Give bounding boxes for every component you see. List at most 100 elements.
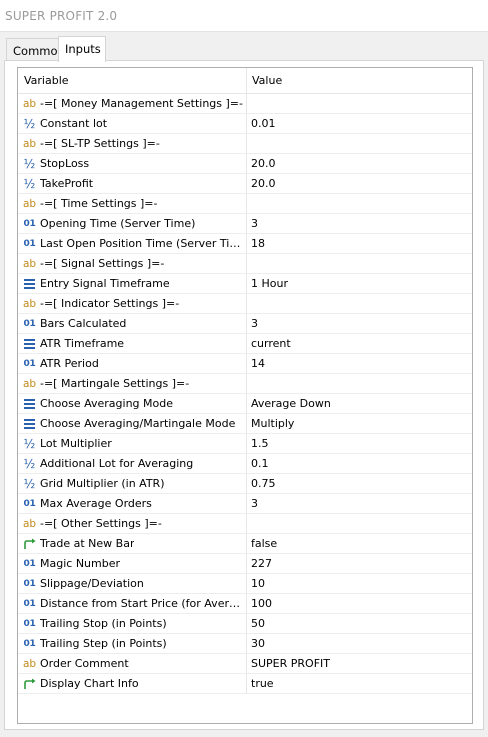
value-cell[interactable]: 18 bbox=[247, 234, 472, 253]
value-cell[interactable] bbox=[247, 374, 472, 393]
table-row[interactable]: ab -=[ Time Settings ]=- bbox=[18, 194, 472, 214]
variable-cell: Entry Signal Timeframe bbox=[18, 274, 247, 293]
variable-name: -=[ Martingale Settings ]=- bbox=[40, 377, 190, 390]
table-row[interactable]: 01 Opening Time (Server Time) 3 bbox=[18, 214, 472, 234]
value-cell[interactable]: 3 bbox=[247, 494, 472, 513]
table-row[interactable]: ab -=[ Other Settings ]=- bbox=[18, 514, 472, 534]
table-row[interactable]: 01 Distance from Start Price (for Average… bbox=[18, 594, 472, 614]
table-row[interactable]: 01 Slippage/Deviation 10 bbox=[18, 574, 472, 594]
value-cell[interactable]: 10 bbox=[247, 574, 472, 593]
variable-cell: Trade at New Bar bbox=[18, 534, 247, 553]
table-row[interactable]: 01 Max Average Orders 3 bbox=[18, 494, 472, 514]
value-cell[interactable] bbox=[247, 294, 472, 313]
table-row[interactable]: ab Order Comment SUPER PROFIT bbox=[18, 654, 472, 674]
value-cell[interactable]: false bbox=[247, 534, 472, 553]
value-cell[interactable] bbox=[247, 254, 472, 273]
table-row[interactable]: 01 Trailing Stop (in Points) 50 bbox=[18, 614, 472, 634]
table-row[interactable]: ab -=[ SL-TP Settings ]=- bbox=[18, 134, 472, 154]
table-row[interactable]: Choose Averaging Mode Average Down bbox=[18, 394, 472, 414]
value-cell[interactable]: Average Down bbox=[247, 394, 472, 413]
table-row[interactable]: ½ Lot Multiplier 1.5 bbox=[18, 434, 472, 454]
value-cell[interactable]: Multiply bbox=[247, 414, 472, 433]
table-row[interactable]: ½ StopLoss 20.0 bbox=[18, 154, 472, 174]
table-row[interactable]: ½ Grid Multiplier (in ATR) 0.75 bbox=[18, 474, 472, 494]
variable-cell: Choose Averaging/Martingale Mode bbox=[18, 414, 247, 433]
table-row[interactable]: Choose Averaging/Martingale Mode Multiply bbox=[18, 414, 472, 434]
value-cell[interactable]: 3 bbox=[247, 214, 472, 233]
table-row[interactable]: ½ TakeProfit 20.0 bbox=[18, 174, 472, 194]
table-row[interactable]: ab -=[ Martingale Settings ]=- bbox=[18, 374, 472, 394]
value-cell[interactable] bbox=[247, 194, 472, 213]
value-cell[interactable]: SUPER PROFIT bbox=[247, 654, 472, 673]
value-cell[interactable]: 20.0 bbox=[247, 174, 472, 193]
tab-common[interactable]: Common bbox=[6, 38, 65, 61]
value-cell[interactable]: 0.01 bbox=[247, 114, 472, 133]
value-cell[interactable]: current bbox=[247, 334, 472, 353]
variable-name: -=[ Time Settings ]=- bbox=[40, 197, 158, 210]
variable-name: Trade at New Bar bbox=[40, 537, 135, 550]
table-row[interactable]: 01 Bars Calculated 3 bbox=[18, 314, 472, 334]
variable-cell: ab -=[ Martingale Settings ]=- bbox=[18, 374, 247, 393]
value-cell[interactable]: 1 Hour bbox=[247, 274, 472, 293]
column-header-value[interactable]: Value bbox=[247, 68, 472, 94]
value-cell[interactable]: 227 bbox=[247, 554, 472, 573]
inputs-panel: Variable Value ab -=[ Money Management Se… bbox=[4, 60, 484, 730]
variable-cell: Display Chart Info bbox=[18, 674, 247, 693]
table-row[interactable]: ab -=[ Signal Settings ]=- bbox=[18, 254, 472, 274]
table-body: ab -=[ Money Management Settings ]=- ½ Cons… bbox=[18, 94, 472, 694]
integer-icon: 01 bbox=[23, 598, 36, 609]
variable-cell: ½ StopLoss bbox=[18, 154, 247, 173]
table-row[interactable]: ATR Timeframe current bbox=[18, 334, 472, 354]
variable-cell: 01 Magic Number bbox=[18, 554, 247, 573]
variable-name: -=[ Other Settings ]=- bbox=[40, 517, 162, 530]
ab-icon: ab bbox=[22, 137, 37, 150]
variable-name: Lot Multiplier bbox=[40, 437, 112, 450]
variable-cell: 01 ATR Period bbox=[18, 354, 247, 373]
table-row[interactable]: ab -=[ Money Management Settings ]=- bbox=[18, 94, 472, 114]
table-row[interactable]: 01 ATR Period 14 bbox=[18, 354, 472, 374]
integer-icon: 01 bbox=[23, 238, 36, 249]
tab-inputs[interactable]: Inputs bbox=[58, 36, 106, 62]
window-title: SUPER PROFIT 2.0 bbox=[5, 9, 118, 23]
variable-cell: Choose Averaging Mode bbox=[18, 394, 247, 413]
value-cell[interactable]: 50 bbox=[247, 614, 472, 633]
value-cell[interactable]: 30 bbox=[247, 634, 472, 653]
table-row[interactable]: ab -=[ Indicator Settings ]=- bbox=[18, 294, 472, 314]
value-cell[interactable]: 3 bbox=[247, 314, 472, 333]
variable-cell: 01 Trailing Step (in Points) bbox=[18, 634, 247, 653]
value-cell[interactable]: 20.0 bbox=[247, 154, 472, 173]
table-row[interactable]: 01 Magic Number 227 bbox=[18, 554, 472, 574]
value-cell[interactable] bbox=[247, 94, 472, 113]
value-cell[interactable]: 100 bbox=[247, 594, 472, 613]
ab-icon: ab bbox=[22, 97, 37, 110]
variable-cell: ATR Timeframe bbox=[18, 334, 247, 353]
variable-name: Constant lot bbox=[40, 117, 108, 130]
list-icon bbox=[22, 417, 37, 431]
table-row[interactable]: ½ Additional Lot for Averaging 0.1 bbox=[18, 454, 472, 474]
table-row[interactable]: ½ Constant lot 0.01 bbox=[18, 114, 472, 134]
table-row[interactable]: Display Chart Info true bbox=[18, 674, 472, 694]
table-row[interactable]: 01 Last Open Position Time (Server Time) 1… bbox=[18, 234, 472, 254]
value-cell[interactable]: 14 bbox=[247, 354, 472, 373]
variable-name: Grid Multiplier (in ATR) bbox=[40, 477, 165, 490]
value-cell[interactable]: 0.75 bbox=[247, 474, 472, 493]
list-icon bbox=[22, 277, 37, 291]
variable-cell: 01 Bars Calculated bbox=[18, 314, 247, 333]
value-cell[interactable]: 0.1 bbox=[247, 454, 472, 473]
value-cell[interactable] bbox=[247, 514, 472, 533]
integer-icon: 01 bbox=[23, 638, 36, 649]
value-cell[interactable]: 1.5 bbox=[247, 434, 472, 453]
value-cell[interactable] bbox=[247, 134, 472, 153]
variable-name: Choose Averaging Mode bbox=[40, 397, 173, 410]
column-header-variable[interactable]: Variable bbox=[18, 68, 247, 94]
fraction-icon: ½ bbox=[23, 176, 36, 191]
variable-name: Trailing Step (in Points) bbox=[40, 637, 167, 650]
table-row[interactable]: Trade at New Bar false bbox=[18, 534, 472, 554]
fraction-icon: ½ bbox=[23, 156, 36, 171]
value-cell[interactable]: true bbox=[247, 674, 472, 693]
table-row[interactable]: 01 Trailing Step (in Points) 30 bbox=[18, 634, 472, 654]
inputs-table: Variable Value ab -=[ Money Management Se… bbox=[17, 67, 473, 724]
table-row[interactable]: Entry Signal Timeframe 1 Hour bbox=[18, 274, 472, 294]
integer-icon: 01 bbox=[23, 358, 36, 369]
variable-name: StopLoss bbox=[40, 157, 90, 170]
